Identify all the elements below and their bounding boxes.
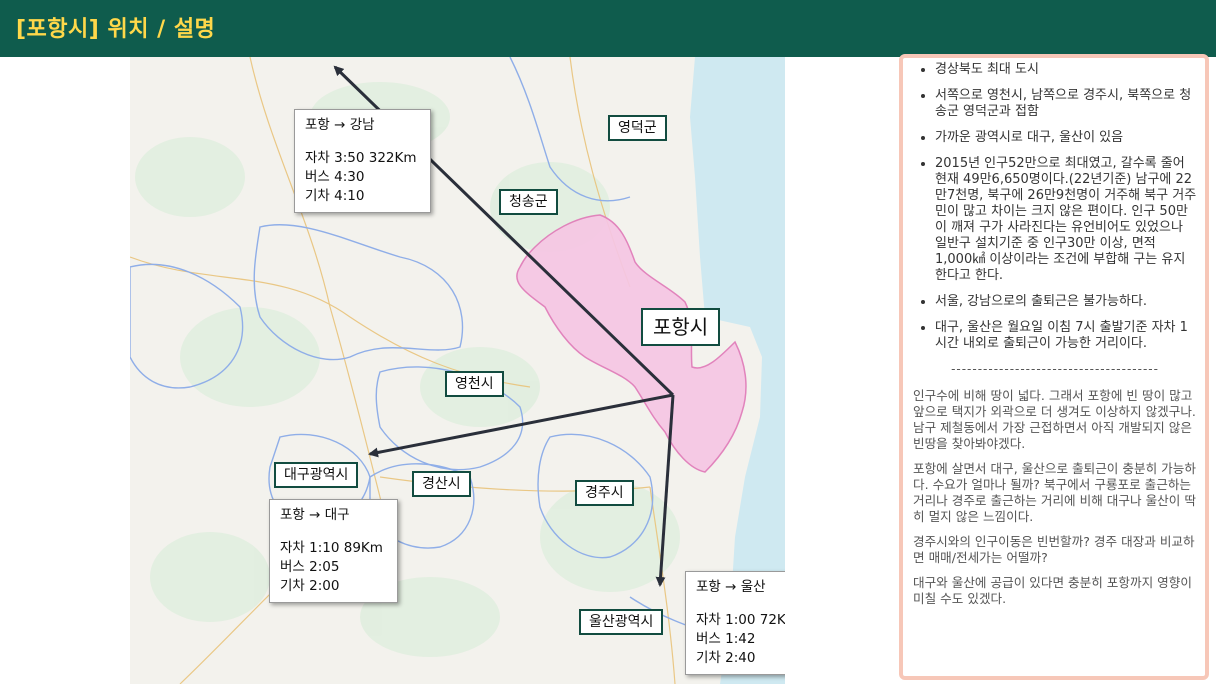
label-daegu: 대구광역시 bbox=[274, 462, 359, 488]
route-bus: 버스 2:05 bbox=[280, 559, 340, 575]
route-car: 자차 1:00 72Km bbox=[696, 612, 785, 628]
fact-list: 경상북도 최대 도시 서쪽으로 영천시, 남쪽으로 경주시, 북쪽으로 청송군 … bbox=[913, 62, 1197, 352]
description-panel: 경상북도 최대 도시 서쪽으로 영천시, 남쪽으로 경주시, 북쪽으로 청송군 … bbox=[899, 54, 1209, 680]
label-cheongsong: 청송군 bbox=[499, 189, 558, 215]
label-yeongcheon: 영천시 bbox=[445, 371, 504, 397]
fact-item: 경상북도 최대 도시 bbox=[935, 62, 1197, 78]
route-bus: 버스 1:42 bbox=[696, 631, 756, 647]
label-gyeongsan: 경산시 bbox=[412, 471, 471, 497]
note-paragraph: 경주시와의 인구이동은 빈번할까? 경주 대장과 비교하면 매매/전세가는 어떨… bbox=[913, 534, 1195, 565]
route-car: 자차 1:10 89Km bbox=[280, 540, 383, 556]
route-car: 자차 3:50 322Km bbox=[305, 150, 417, 166]
page-title: [포항시] 위치 / 설명 bbox=[16, 17, 216, 42]
header-bar: [포항시] 위치 / 설명 bbox=[0, 0, 1216, 57]
route-title: 포항 → 강남 bbox=[305, 117, 375, 133]
note-paragraph: 포항에 살면서 대구, 울산으로 출퇴근이 충분히 가능하다. 수요가 얼마나 … bbox=[913, 461, 1196, 524]
section-divider: --------------------------------------- bbox=[951, 362, 1159, 376]
fact-item: 대구, 울산은 월요일 이침 7시 출발기준 자차 1시간 내외로 출퇴근이 가… bbox=[935, 320, 1197, 352]
label-gyeongju: 경주시 bbox=[575, 480, 634, 506]
route-bus: 버스 4:30 bbox=[305, 169, 365, 185]
route-box-gangnam: 포항 → 강남 자차 3:50 322Km 버스 4:30 기차 4:10 bbox=[294, 109, 431, 213]
route-train: 기차 2:00 bbox=[280, 578, 340, 594]
note-paragraph: 대구와 울산에 공급이 있다면 충분히 포항까지 영향이 미칠 수도 있겠다. bbox=[913, 575, 1192, 606]
label-ulsan: 울산광역시 bbox=[579, 609, 664, 635]
fact-item: 2015년 인구52만으로 최대였고, 갈수록 줄어 현재 49만6,650명이… bbox=[935, 156, 1197, 284]
route-box-daegu: 포항 → 대구 자차 1:10 89Km 버스 2:05 기차 2:00 bbox=[269, 499, 398, 603]
label-yeongdeok: 영덕군 bbox=[608, 115, 667, 141]
route-train: 기차 4:10 bbox=[305, 188, 365, 204]
route-box-ulsan: 포항 → 울산 자차 1:00 72Km 버스 1:42 기차 2:40 bbox=[685, 571, 785, 675]
route-title: 포항 → 대구 bbox=[280, 507, 350, 523]
route-title: 포항 → 울산 bbox=[696, 579, 766, 595]
map-view[interactable]: 포항시 영덕군 청송군 영천시 대구광역시 경산시 경주시 울산광역시 포항 →… bbox=[130, 57, 785, 684]
note-paragraph: 인구수에 비해 땅이 넓다. 그래서 포항에 빈 땅이 많고 앞으로 택지가 외… bbox=[913, 388, 1196, 451]
fact-item: 서쪽으로 영천시, 남쪽으로 경주시, 북쪽으로 청송군 영덕군과 접함 bbox=[935, 88, 1197, 120]
label-pohang: 포항시 bbox=[641, 308, 721, 346]
fact-item: 가까운 광역시로 대구, 울산이 있음 bbox=[935, 130, 1197, 146]
route-train: 기차 2:40 bbox=[696, 650, 756, 666]
fact-item: 서울, 강남으로의 출퇴근은 불가능하다. bbox=[935, 294, 1197, 310]
